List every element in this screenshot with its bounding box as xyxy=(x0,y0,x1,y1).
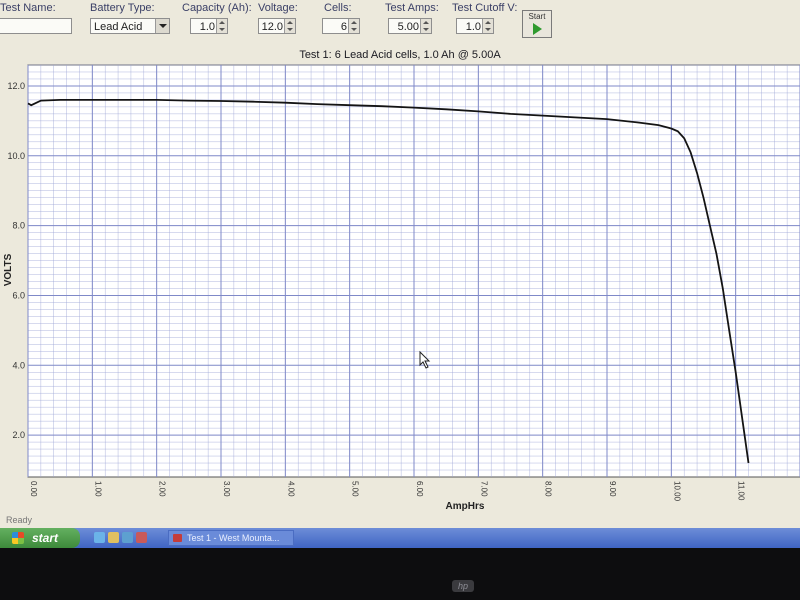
test-amps-value: 5.00 xyxy=(397,21,419,33)
test-name-input[interactable] xyxy=(0,18,72,34)
start-button[interactable]: Start xyxy=(522,10,552,38)
test-amps-stepper[interactable]: 5.00 xyxy=(388,18,432,34)
x-tick-label: 3.00 xyxy=(222,481,231,497)
x-tick-label: 2.00 xyxy=(158,481,167,497)
x-axis-label: AmpHrs xyxy=(446,501,485,512)
x-tick-label: 4.00 xyxy=(286,481,295,497)
taskbar-window-item[interactable]: Test 1 - West Mounta... xyxy=(168,530,294,546)
y-tick-label: 2.0 xyxy=(12,430,25,440)
quicklaunch-media-icon[interactable] xyxy=(122,532,133,543)
y-tick-label: 8.0 xyxy=(12,221,25,231)
x-tick-label: 6.00 xyxy=(415,481,424,497)
x-tick-label: 8.00 xyxy=(544,481,553,497)
cutoff-value: 1.0 xyxy=(465,21,481,33)
capacity-label: Capacity (Ah): xyxy=(182,2,252,14)
spin-arrows-icon[interactable] xyxy=(216,19,227,33)
start-button-label: Start xyxy=(528,12,546,21)
test-name-label: Test Name: xyxy=(0,2,56,14)
y-axis-label: VOLTS xyxy=(3,253,14,286)
y-tick-label: 10.0 xyxy=(7,151,25,161)
discharge-chart: 2.0 4.0 6.0 8.0 10.0 12.0 0.00 1.00 2.00 3.00 4.0… xyxy=(3,64,800,512)
cutoff-stepper[interactable]: 1.0 xyxy=(456,18,494,34)
voltage-value: 12.0 xyxy=(261,21,283,33)
status-text: Ready xyxy=(6,515,33,525)
capacity-value: 1.0 xyxy=(199,21,215,33)
battery-type-value: Lead Acid xyxy=(94,21,143,33)
x-tick-label: 9.00 xyxy=(608,481,617,497)
capacity-stepper[interactable]: 1.0 xyxy=(190,18,228,34)
cells-stepper[interactable]: 6 xyxy=(322,18,360,34)
app-window-icon xyxy=(173,534,182,542)
x-tick-labels: 0.00 1.00 2.00 3.00 4.00 5.00 6.00 7.00 8.00 9.00… xyxy=(29,481,746,502)
y-tick-label: 12.0 xyxy=(7,81,25,91)
app-window: Test Name: Battery Type: Lead Acid Capac… xyxy=(0,0,800,548)
spin-arrows-icon[interactable] xyxy=(482,19,493,33)
battery-type-select[interactable]: Lead Acid xyxy=(90,18,170,34)
taskbar: start Test 1 - West Mounta... xyxy=(0,528,800,548)
y-tick-label: 6.0 xyxy=(12,290,25,300)
cutoff-label: Test Cutoff V: xyxy=(452,2,518,14)
monitor-logo-icon: hp xyxy=(452,580,474,592)
chevron-down-icon[interactable] xyxy=(155,19,169,33)
x-tick-label: 10.00 xyxy=(672,481,681,502)
spin-arrows-icon[interactable] xyxy=(348,19,359,33)
y-tick-label: 4.0 xyxy=(12,360,25,370)
spin-arrows-icon[interactable] xyxy=(420,19,431,33)
voltage-label: Voltage: xyxy=(258,2,298,14)
start-menu-label: start xyxy=(32,531,59,545)
x-tick-label: 11.00 xyxy=(737,481,746,501)
x-tick-label: 5.00 xyxy=(351,481,360,497)
x-tick-label: 0.00 xyxy=(29,481,38,497)
windows-logo-icon xyxy=(12,532,24,544)
cells-value: 6 xyxy=(340,21,347,33)
voltage-stepper[interactable]: 12.0 xyxy=(258,18,296,34)
battery-type-label: Battery Type: xyxy=(90,2,155,14)
play-icon xyxy=(533,23,542,35)
taskbar-window-title: Test 1 - West Mounta... xyxy=(187,533,280,543)
cells-label: Cells: xyxy=(324,2,352,14)
quicklaunch-app-icon[interactable] xyxy=(136,532,147,543)
start-menu-button[interactable]: start xyxy=(0,528,80,548)
x-tick-label: 7.00 xyxy=(479,481,488,497)
quicklaunch-folder-icon[interactable] xyxy=(108,532,119,543)
spin-arrows-icon[interactable] xyxy=(284,19,295,33)
x-tick-label: 1.00 xyxy=(93,481,102,497)
grid-lines xyxy=(27,64,800,477)
test-amps-label: Test Amps: xyxy=(385,2,439,14)
settings-toolbar: Test Name: Battery Type: Lead Acid Capac… xyxy=(0,0,800,44)
quicklaunch-browser-icon[interactable] xyxy=(94,532,105,543)
